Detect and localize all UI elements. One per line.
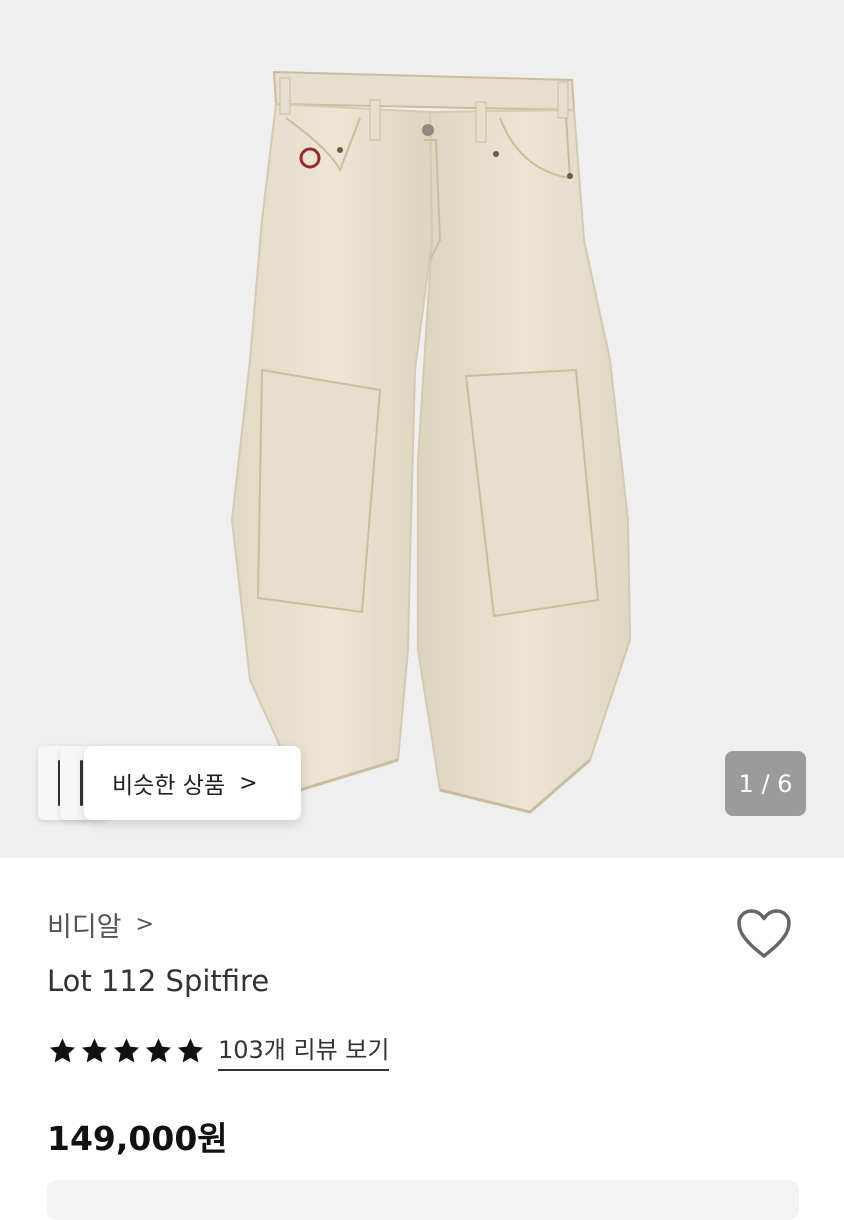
rating-row: 103개 리뷰 보기 [47,1030,390,1071]
chevron-right-icon: > [239,770,258,796]
similar-products-button[interactable]: 비슷한 상품 > [38,746,301,820]
product-image-gallery[interactable]: 비슷한 상품 > 1 / 6 [0,0,844,858]
star-icon [114,1038,139,1062]
heart-outline-icon[interactable] [736,908,792,960]
star-icon [146,1038,171,1062]
brand-link[interactable]: 비디알 > [47,905,154,944]
product-image [230,70,632,814]
similar-products-label: 비슷한 상품 [112,773,226,799]
product-title: Lot 112 Spitfire [47,964,270,998]
review-link[interactable]: 103개 리뷰 보기 [218,1030,390,1071]
star-icon [50,1038,75,1062]
star-icon [178,1038,203,1062]
similar-products-card[interactable]: 비슷한 상품 > [84,746,301,820]
image-counter: 1 / 6 [725,751,806,816]
star-icon [82,1038,107,1062]
info-box [47,1180,799,1220]
product-price: 149,000원 [47,1119,228,1158]
brand-name: 비디알 [47,912,122,943]
star-rating [47,1036,206,1066]
chevron-right-icon: > [135,912,154,937]
